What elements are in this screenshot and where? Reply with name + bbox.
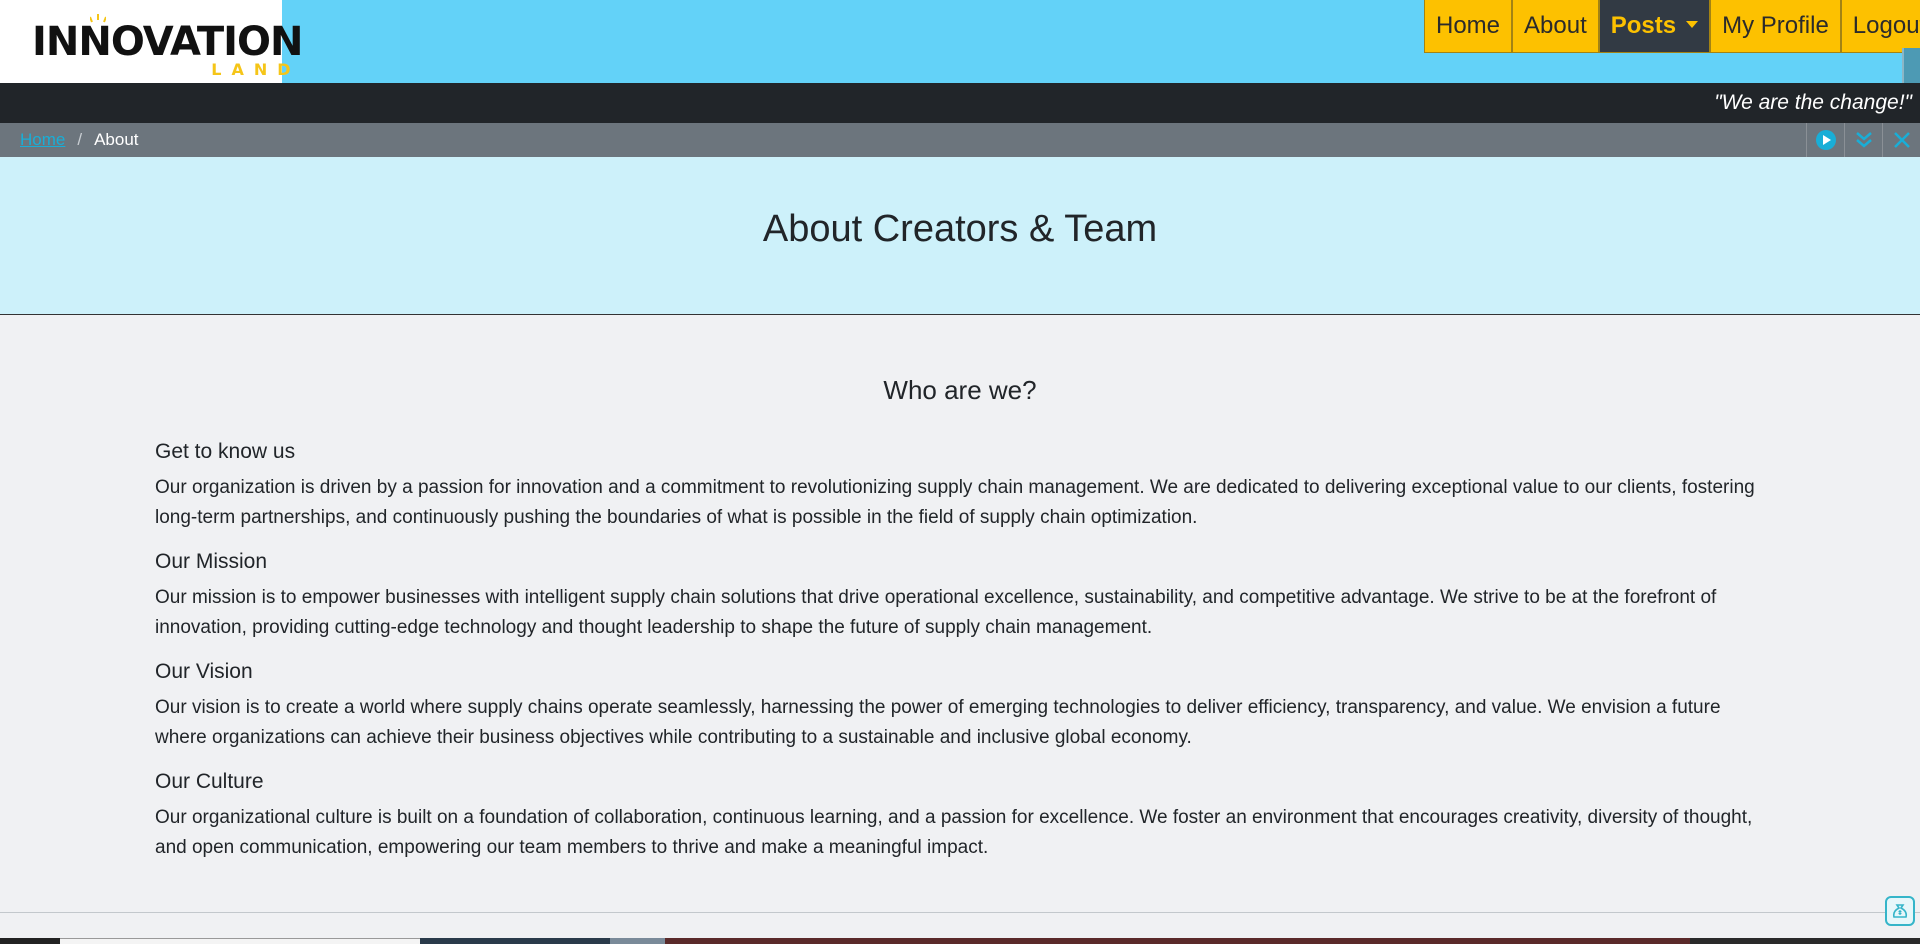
section-our-vision: Our Vision Our vision is to create a wor… [155, 660, 1765, 753]
top-header: INNOVATION LAND Home About Posts My Prof… [0, 0, 1920, 84]
hero-banner: About Creators & Team [0, 157, 1920, 315]
nav-about-label: About [1524, 12, 1587, 39]
expand-button[interactable] [1844, 123, 1882, 157]
close-icon [1893, 132, 1910, 148]
corner-widget-button[interactable] [1885, 896, 1915, 926]
section-heading: Who are we? [883, 375, 1037, 405]
divider [0, 912, 1920, 913]
logo-main-text: INNOVATION [32, 18, 304, 65]
section-body: Our vision is to create a world where su… [155, 697, 1721, 748]
breadcrumb-separator: / [77, 130, 83, 149]
logo[interactable]: INNOVATION LAND [0, 0, 304, 83]
section-body: Our organization is driven by a passion … [155, 477, 1755, 528]
play-icon [1815, 130, 1836, 150]
nav-logout-label: Logout [1852, 12, 1920, 39]
section-our-culture: Our Culture Our organizational culture i… [155, 770, 1765, 863]
tagline-bar: "We are the change!" [0, 83, 1920, 123]
section-get-to-know-us: Get to know us Our organization is drive… [155, 440, 1765, 533]
main-nav: Home About Posts My Profile Logout [1424, 0, 1920, 53]
section-body: Our mission is to empower businesses wit… [155, 587, 1717, 638]
breadcrumb-current: About [94, 130, 139, 149]
breadcrumb: Home / About [0, 123, 1920, 157]
tagline-text: "We are the change!" [1714, 91, 1912, 114]
nav-posts-label: Posts [1610, 12, 1677, 39]
caret-down-icon [1686, 20, 1699, 28]
nav-my-profile[interactable]: My Profile [1710, 0, 1841, 53]
lightbulb-icon [90, 13, 106, 22]
section-title: Get to know us [155, 440, 296, 463]
toolbar [1806, 123, 1920, 157]
footer-image-strip [0, 938, 1920, 944]
nav-posts-dropdown[interactable]: Posts [1598, 0, 1711, 53]
nav-logout[interactable]: Logout [1840, 0, 1920, 53]
close-button[interactable] [1882, 123, 1920, 157]
section-title: Our Vision [155, 660, 253, 683]
section-title: Our Mission [155, 550, 268, 573]
nav-home[interactable]: Home [1424, 0, 1513, 53]
breadcrumb-home-link[interactable]: Home [20, 130, 65, 150]
section-body: Our organizational culture is built on a… [155, 807, 1753, 858]
nav-my-profile-label: My Profile [1722, 12, 1829, 39]
main-content: Who are we? Get to know us Our organizat… [155, 315, 1765, 880]
page-title: About Creators & Team [762, 208, 1158, 250]
nav-home-label: Home [1436, 12, 1501, 39]
logo-sub-text: LAND [211, 59, 301, 79]
play-button[interactable] [1806, 123, 1844, 157]
section-title: Our Culture [155, 770, 264, 793]
section-our-mission: Our Mission Our mission is to empower bu… [155, 550, 1765, 643]
scrollbar-thumb[interactable] [1902, 48, 1920, 84]
money-bag-icon [1892, 904, 1908, 918]
nav-about[interactable]: About [1512, 0, 1599, 53]
double-chevron-down-icon [1855, 132, 1872, 148]
logo-wordmark: INNOVATION LAND [32, 13, 304, 77]
